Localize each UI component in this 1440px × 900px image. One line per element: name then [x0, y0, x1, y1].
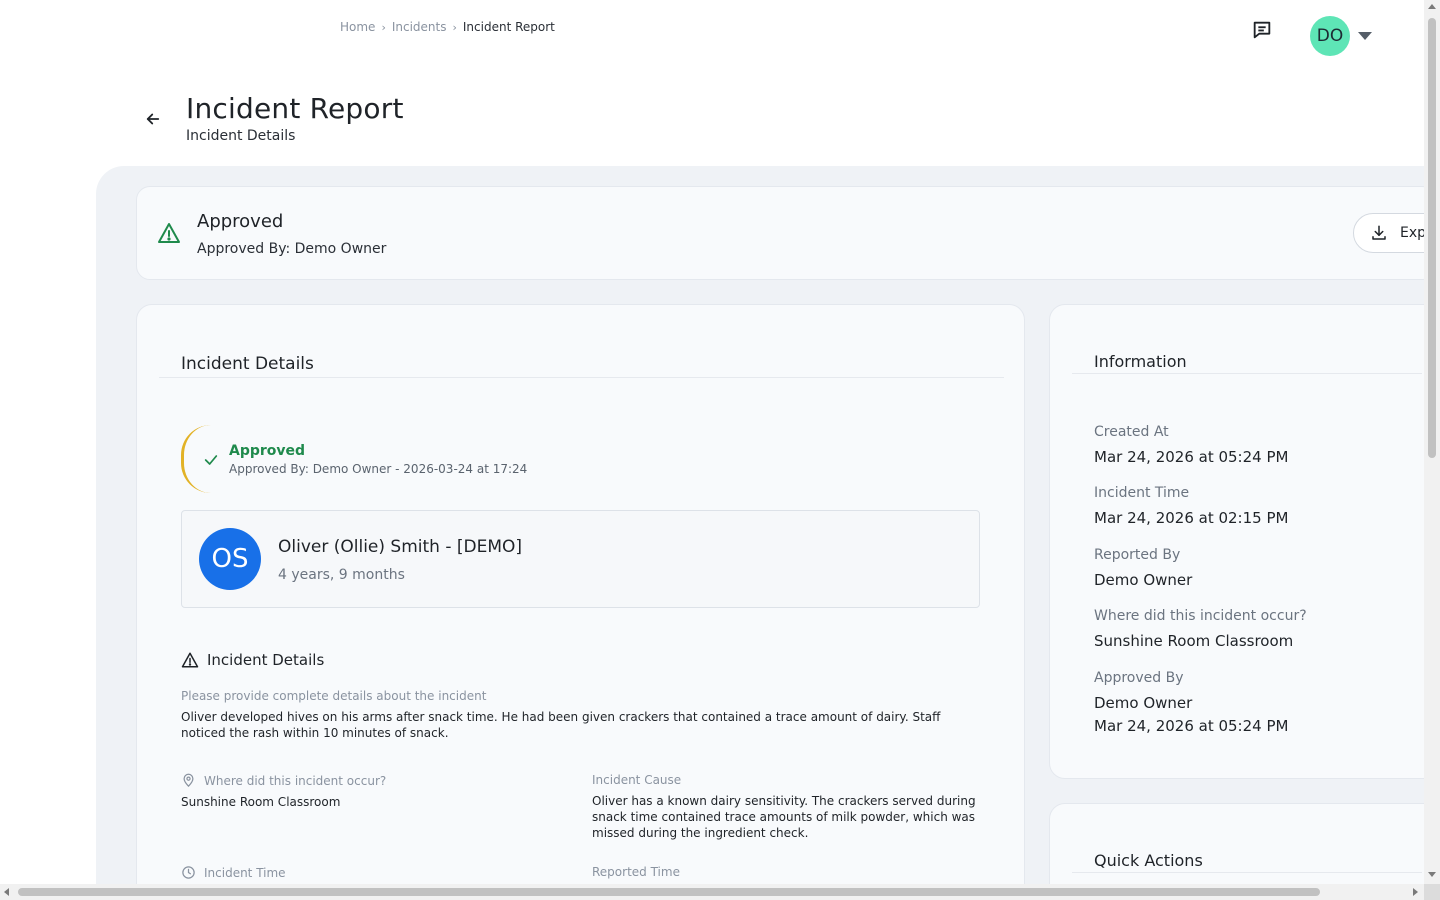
back-arrow-icon[interactable] [144, 110, 162, 128]
vertical-scroll-thumb[interactable] [1428, 18, 1436, 458]
topbar-actions: DO [1248, 16, 1372, 56]
status-card: Approved Approved By: Demo Owner Exp [136, 186, 1440, 280]
incident-details-section-head: Incident Details [181, 651, 324, 669]
section-title: Incident Details [207, 651, 325, 669]
chat-icon[interactable] [1248, 16, 1276, 44]
horizontal-scroll-thumb[interactable] [18, 888, 1320, 896]
breadcrumb-current: Incident Report [462, 20, 555, 34]
approval-status: Approved Approved By: Demo Owner - 2026-… [181, 425, 601, 493]
status-title: Approved [197, 211, 284, 232]
location-value: Sunshine Room Classroom [1094, 632, 1294, 650]
details-label: Please provide complete details about th… [181, 689, 487, 703]
approved-by-label: Approved By [1094, 670, 1184, 686]
horizontal-scrollbar[interactable] [0, 884, 1424, 900]
breadcrumb: Home › Incidents › Incident Report [340, 20, 555, 34]
divider [1072, 373, 1422, 374]
export-label: Exp [1400, 225, 1427, 241]
created-at-label: Created At [1094, 424, 1169, 440]
reported-by-value: Demo Owner [1094, 571, 1193, 589]
location-label: Where did this incident occur? [181, 773, 386, 788]
location-value: Sunshine Room Classroom [181, 795, 341, 809]
information-title: Information [1094, 352, 1187, 371]
status-approved-by: Approved By: Demo Owner [197, 241, 387, 257]
user-avatar[interactable]: DO [1310, 16, 1350, 56]
location-pin-icon [183, 773, 194, 787]
chevron-right-icon: › [381, 20, 386, 34]
download-icon [1372, 225, 1386, 240]
incident-time-label: Incident Time [181, 865, 286, 880]
information-card: Information Created At Mar 24, 2026 at 0… [1049, 304, 1439, 779]
cause-value: Oliver has a known dairy sensitivity. Th… [592, 794, 976, 840]
child-name: Oliver (Ollie) Smith - [DEMO] [278, 537, 523, 557]
reported-by-label: Reported By [1094, 547, 1181, 563]
child-avatar: OS [199, 528, 261, 590]
warning-icon [181, 652, 199, 668]
scrollbar-corner [1424, 884, 1440, 900]
incident-time-label-text: Incident Time [204, 865, 286, 880]
breadcrumb-home[interactable]: Home [340, 20, 375, 34]
location-label-text: Where did this incident occur? [204, 773, 387, 788]
incident-details-title: Incident Details [181, 354, 314, 374]
check-icon [203, 452, 219, 472]
scroll-right-icon[interactable] [1413, 888, 1418, 896]
approval-title: Approved [229, 443, 306, 459]
scroll-left-icon[interactable] [4, 888, 9, 896]
approval-subtitle: Approved By: Demo Owner - 2026-03-24 at … [229, 462, 528, 476]
scroll-up-icon[interactable] [1428, 4, 1436, 9]
vertical-scrollbar[interactable] [1424, 0, 1440, 886]
child-card[interactable]: OS Oliver (Ollie) Smith - [DEMO] 4 years… [181, 510, 980, 608]
page-subtitle: Incident Details [186, 128, 296, 144]
clock-icon [182, 866, 195, 879]
divider [159, 377, 1004, 378]
incident-time-value: Mar 24, 2026 at 02:15 PM [1094, 509, 1289, 527]
quick-actions-title: Quick Actions [1094, 851, 1203, 870]
incident-time-label: Incident Time [1094, 485, 1190, 501]
child-age: 4 years, 9 months [278, 567, 405, 583]
divider [1072, 872, 1422, 873]
cause-label: Incident Cause [592, 773, 682, 787]
incident-details-card: Incident Details Approved Approved By: D… [136, 304, 1025, 900]
page-title: Incident Report [186, 92, 404, 125]
approved-by-value: Demo Owner [1094, 694, 1193, 712]
location-label: Where did this incident occur? [1094, 608, 1307, 624]
chevron-down-icon[interactable] [1358, 32, 1372, 40]
created-at-value: Mar 24, 2026 at 05:24 PM [1094, 448, 1289, 466]
breadcrumb-incidents[interactable]: Incidents [392, 20, 447, 34]
warning-icon [157, 221, 181, 249]
chevron-right-icon: › [452, 20, 457, 34]
approved-time-value: Mar 24, 2026 at 05:24 PM [1094, 717, 1289, 735]
scroll-down-icon[interactable] [1428, 872, 1436, 877]
details-value: Oliver developed hives on his arms after… [181, 710, 941, 740]
reported-time-label: Reported Time [592, 865, 680, 879]
